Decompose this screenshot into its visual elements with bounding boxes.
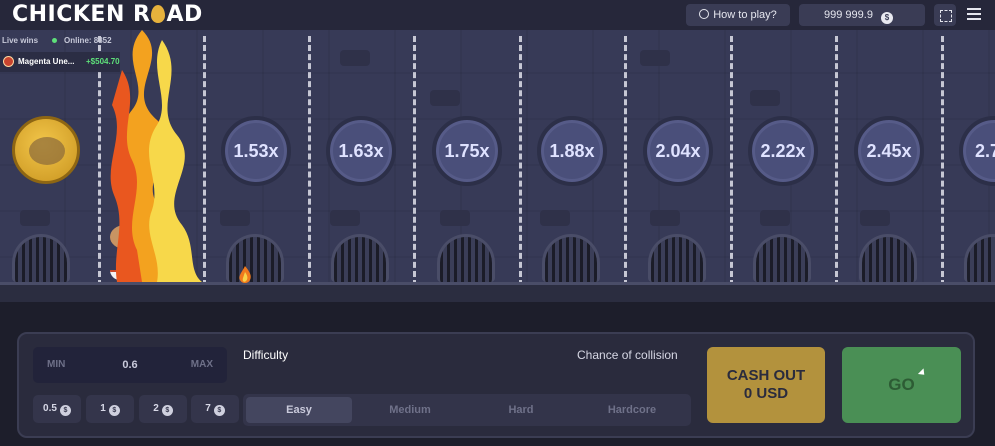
live-wins-panel: Live wins Online: 8852 Magenta Une... +$…: [0, 30, 120, 74]
small-fire-icon: [239, 266, 251, 283]
road-strip: [0, 282, 995, 302]
lane-divider: [308, 36, 311, 286]
online-status-dot: [52, 38, 57, 43]
difficulty-selector: Easy Medium Hard Hardcore: [243, 394, 691, 426]
cash-out-label: CASH OUT: [726, 367, 806, 384]
wall-brick: [860, 210, 890, 226]
cash-out-amount: 0 USD: [743, 385, 789, 402]
wall-brick: [340, 50, 370, 66]
cash-out-button[interactable]: CASH OUT 0 USD: [707, 347, 825, 423]
difficulty-tab-medium[interactable]: Medium: [357, 397, 463, 423]
difficulty-tab-hardcore[interactable]: Hardcore: [579, 397, 685, 423]
bottom-area: MIN 0.6 MAX 0.5 $ 1 $ 2 $ 7 $ Difficulty Cha…: [0, 302, 995, 446]
balance-value: 999 999.9: [824, 9, 873, 21]
multiplier-coin[interactable]: 1.63x: [326, 116, 396, 186]
win-amount: +$504.70: [86, 57, 120, 66]
game-logo: CHICKEN R AD: [12, 2, 203, 27]
multiplier-coin[interactable]: 2.45x: [854, 116, 924, 186]
multiplier-coin[interactable]: 1.53x: [221, 116, 291, 186]
difficulty-tab-hard[interactable]: Hard: [468, 397, 574, 423]
fullscreen-button[interactable]: [934, 4, 956, 26]
clock-icon: [699, 9, 710, 19]
quick-bet-button[interactable]: 0.5 $: [33, 395, 81, 423]
wall-brick: [540, 210, 570, 226]
winner-name: Magenta Une...: [18, 57, 75, 66]
wall-brick: [20, 210, 50, 226]
live-wins-title: Live wins: [2, 36, 39, 45]
menu-icon[interactable]: [967, 8, 981, 20]
how-to-play-button[interactable]: How to play?: [686, 4, 790, 26]
wall-brick: [650, 210, 680, 226]
chicken-icon: [29, 137, 65, 165]
go-button[interactable]: GO: [842, 347, 961, 423]
wall-brick: [760, 210, 790, 226]
multiplier-coin[interactable]: 1.88x: [537, 116, 607, 186]
online-count: Online: 8852: [64, 36, 112, 45]
dollar-coin-icon: $: [213, 405, 225, 416]
multiplier-coin[interactable]: 2.04x: [643, 116, 713, 186]
dollar-coin-icon: $: [880, 12, 893, 24]
difficulty-tab-easy[interactable]: Easy: [246, 397, 352, 423]
bet-amount-field[interactable]: MIN 0.6 MAX: [33, 347, 227, 383]
quick-bet-button[interactable]: 7 $: [191, 395, 239, 423]
wall-brick: [430, 90, 460, 106]
avatar: [3, 56, 14, 67]
difficulty-label: Difficulty: [243, 348, 289, 362]
lane-divider: [835, 36, 838, 286]
chicken-start-coin: [12, 116, 80, 184]
multiplier-coin[interactable]: 2.22x: [748, 116, 818, 186]
wall-brick: [220, 210, 250, 226]
egg-icon: [151, 5, 166, 23]
dollar-coin-icon: $: [59, 405, 71, 416]
lane-divider: [941, 36, 944, 286]
wall-brick: [750, 90, 780, 106]
dollar-coin-icon: $: [161, 405, 173, 416]
quick-bet-button[interactable]: 1 $: [86, 395, 134, 423]
quick-bet-button[interactable]: 2 $: [139, 395, 187, 423]
lane-divider: [413, 36, 416, 286]
control-panel: MIN 0.6 MAX 0.5 $ 1 $ 2 $ 7 $ Difficulty Cha…: [17, 332, 975, 438]
dollar-coin-icon: $: [108, 405, 120, 416]
lane-divider: [730, 36, 733, 286]
max-bet-button[interactable]: MAX: [191, 347, 213, 383]
wall-brick: [640, 50, 670, 66]
multiplier-coin[interactable]: 1.75x: [432, 116, 502, 186]
top-bar: CHICKEN R AD How to play? 999 999.9 $: [0, 0, 995, 30]
lane-divider: [519, 36, 522, 286]
game-scene: 1.53x 1.63x 1.75x 1.88x 2.04x 2.22x 2.45…: [0, 30, 995, 302]
chance-of-collision-label: Chance of collision: [577, 348, 678, 362]
balance-display: 999 999.9 $: [799, 4, 925, 26]
how-to-play-label: How to play?: [713, 9, 777, 21]
lane-divider: [624, 36, 627, 286]
wall-brick: [440, 210, 470, 226]
wall-brick: [330, 210, 360, 226]
live-win-item: Magenta Une... +$504.70: [0, 52, 120, 72]
